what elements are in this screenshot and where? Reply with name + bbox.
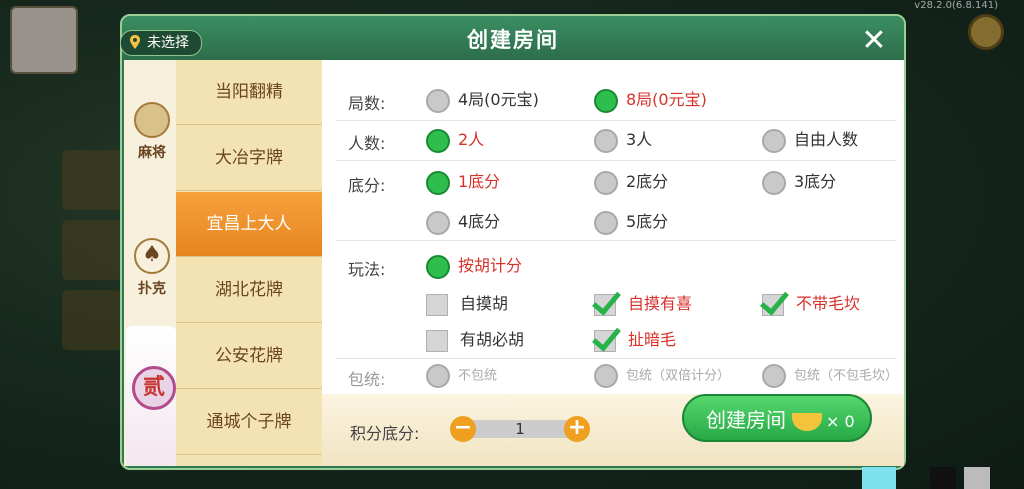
option-label: 有胡必胡 xyxy=(460,330,525,349)
minus-button[interactable]: − xyxy=(450,416,476,442)
radio-icon xyxy=(594,364,618,388)
create-room-button[interactable]: 创建房间 × 0 xyxy=(682,394,872,442)
category-er[interactable]: 贰 xyxy=(126,326,176,466)
game-tab[interactable]: 当阳翻精 xyxy=(176,60,322,125)
option-label: 自摸有喜 xyxy=(628,294,693,313)
rounds-label: 局数: xyxy=(348,94,386,113)
game-tab[interactable]: 大冶字牌 xyxy=(176,126,322,191)
partial-row-label: 包统: xyxy=(348,370,386,389)
radio-icon xyxy=(594,210,618,235)
partial-option[interactable]: 包统（不包毛坎） xyxy=(762,364,898,388)
option-label: 8局(0元宝) xyxy=(626,90,707,109)
base-score-label: 底分: xyxy=(348,176,386,195)
radio-icon xyxy=(426,88,450,113)
base-score-option-selected[interactable]: 1底分 xyxy=(426,170,501,195)
players-option[interactable]: 3人 xyxy=(594,128,653,153)
option-label: 4底分 xyxy=(458,212,501,231)
checkmark-icon xyxy=(594,293,616,316)
option-label: 3底分 xyxy=(794,172,837,191)
play-mode-checkbox-checked[interactable]: 扯暗毛 xyxy=(594,328,676,352)
partial-option[interactable]: 包统（双倍计分） xyxy=(594,364,730,388)
radio-icon xyxy=(762,170,786,195)
option-label: 扯暗毛 xyxy=(628,330,677,349)
base-score-option[interactable]: 2底分 xyxy=(594,170,669,195)
radio-icon xyxy=(762,364,786,388)
decorative-block xyxy=(964,467,990,489)
score-stepper: 1 − + xyxy=(450,416,590,442)
radio-selected-icon xyxy=(594,88,618,113)
radio-icon xyxy=(594,170,618,195)
divider xyxy=(336,358,896,359)
base-score-option[interactable]: 5底分 xyxy=(594,210,669,235)
option-label: 2底分 xyxy=(626,172,669,191)
option-label: 4局(0元宝) xyxy=(458,90,539,109)
radio-icon xyxy=(426,210,450,235)
option-label: 按胡计分 xyxy=(458,256,523,275)
radio-icon xyxy=(594,128,618,153)
checkbox-icon xyxy=(426,293,448,316)
divider xyxy=(336,240,896,241)
plus-button[interactable]: + xyxy=(564,416,590,442)
location-pin-icon xyxy=(130,35,140,49)
category-poker[interactable]: ♠ 扑克 xyxy=(130,238,174,298)
checkbox-icon xyxy=(426,329,448,352)
play-mode-checkbox[interactable]: 自摸胡 xyxy=(426,292,508,316)
radio-selected-icon xyxy=(426,128,450,153)
game-tab[interactable]: 通城个子牌 xyxy=(176,390,322,455)
category-mahjong[interactable]: 麻将 xyxy=(130,102,174,162)
option-label: 包统（不包毛坎） xyxy=(794,368,899,384)
play-mode-checkbox-checked[interactable]: 不带毛坎 xyxy=(762,292,860,316)
option-label: 1底分 xyxy=(458,172,501,191)
score-value: 1 xyxy=(470,420,570,438)
base-score-option[interactable]: 3底分 xyxy=(762,170,837,195)
category-label: 麻将 xyxy=(138,145,166,161)
base-score-option[interactable]: 4底分 xyxy=(426,210,501,235)
option-label: 自摸胡 xyxy=(460,294,509,313)
cost-multiplier: × 0 xyxy=(826,412,855,431)
option-label: 自由人数 xyxy=(794,130,859,149)
play-mode-label: 玩法: xyxy=(348,260,386,279)
game-list: 当阳翻精 大冶字牌 宜昌上大人 湖北花牌 公安花牌 通城个子牌 xyxy=(176,60,322,466)
dialog-titlebar: 创建房间 未选择 ✕ xyxy=(120,16,904,60)
radio-icon xyxy=(762,128,786,153)
play-mode-option-selected[interactable]: 按胡计分 xyxy=(426,254,523,279)
option-label: 包统（双倍计分） xyxy=(626,368,731,384)
radio-icon xyxy=(426,364,450,388)
option-label: 不带毛坎 xyxy=(796,294,861,313)
checkmark-icon xyxy=(594,329,616,352)
decorative-block xyxy=(862,467,896,489)
location-selector[interactable]: 未选择 xyxy=(120,30,202,56)
score-label: 积分底分: xyxy=(350,424,420,443)
decorative-block xyxy=(930,467,956,489)
divider xyxy=(336,120,896,121)
game-tab-active[interactable]: 宜昌上大人 xyxy=(176,192,322,257)
option-label: 2人 xyxy=(458,130,485,149)
game-tab[interactable]: 湖北花牌 xyxy=(176,258,322,323)
mahjong-icon xyxy=(134,102,170,138)
play-mode-checkbox[interactable]: 有胡必胡 xyxy=(426,328,524,352)
gold-ingot-icon xyxy=(792,412,822,431)
radio-selected-icon xyxy=(426,170,450,195)
dialog-title: 创建房间 xyxy=(467,28,559,52)
rounds-option-selected[interactable]: 8局(0元宝) xyxy=(594,88,707,113)
location-label: 未选择 xyxy=(147,35,189,51)
play-mode-checkbox-checked[interactable]: 自摸有喜 xyxy=(594,292,692,316)
checkmark-icon xyxy=(762,293,784,316)
er-seal-icon: 贰 xyxy=(132,366,176,410)
players-label: 人数: xyxy=(348,134,386,153)
option-label: 5底分 xyxy=(626,212,669,231)
partial-option[interactable]: 不包统 xyxy=(426,364,497,388)
close-icon[interactable]: ✕ xyxy=(858,26,890,58)
game-tab[interactable]: 公安花牌 xyxy=(176,324,322,389)
spade-icon: ♠ xyxy=(134,238,170,274)
option-label: 3人 xyxy=(626,130,653,149)
players-option-selected[interactable]: 2人 xyxy=(426,128,485,153)
create-room-label: 创建房间 xyxy=(706,408,786,432)
radio-selected-icon xyxy=(426,254,450,279)
players-option[interactable]: 自由人数 xyxy=(762,128,859,153)
rounds-option[interactable]: 4局(0元宝) xyxy=(426,88,539,113)
divider xyxy=(336,160,896,161)
category-label: 扑克 xyxy=(138,281,166,297)
option-label: 不包统 xyxy=(458,368,498,384)
